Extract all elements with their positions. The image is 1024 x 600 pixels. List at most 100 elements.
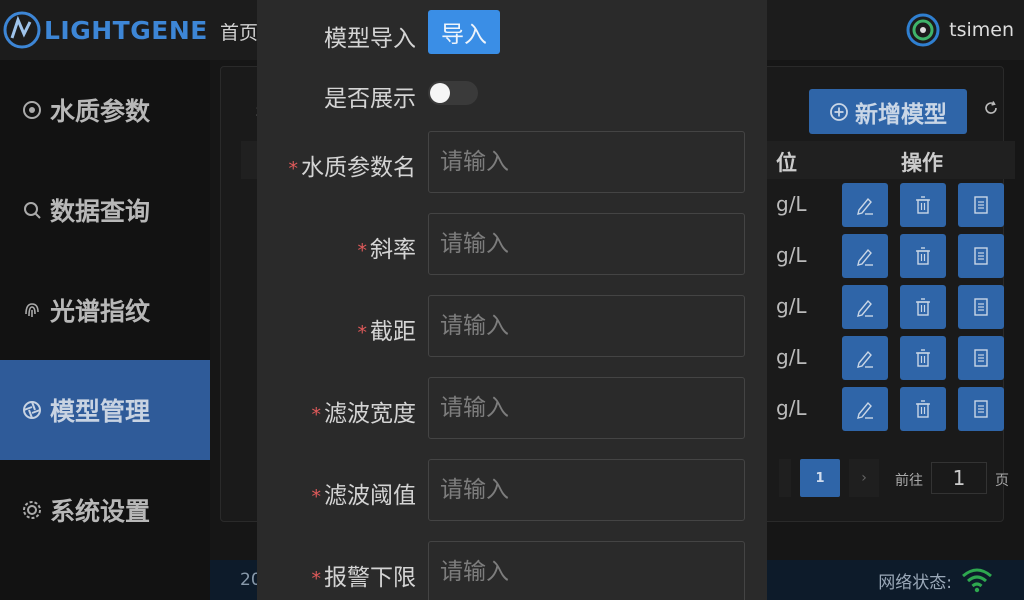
add-model-label: 新增模型	[855, 101, 947, 128]
slope-label: * 斜率	[358, 230, 417, 264]
breadcrumb-home[interactable]: 首页	[220, 18, 258, 45]
required-mark: *	[311, 568, 322, 590]
pager-prev-button[interactable]	[779, 459, 791, 497]
alarm-lower-limit-input[interactable]	[428, 541, 745, 600]
form-row-filter-threshold: * 滤波阈值	[257, 459, 767, 521]
pager-next-button[interactable]: ›	[849, 459, 879, 497]
detail-button[interactable]	[958, 387, 1004, 431]
goto-page-input[interactable]: 1	[931, 462, 987, 494]
edit-icon	[857, 197, 873, 215]
user-menu[interactable]: tsimen	[905, 12, 1014, 48]
edit-button[interactable]	[842, 183, 888, 227]
required-mark: *	[288, 158, 299, 180]
avatar-icon	[906, 13, 940, 47]
field-label-text: 滤波阈值	[324, 483, 416, 509]
required-mark: *	[311, 404, 322, 426]
sidebar-item-data-query[interactable]: 数据查询	[0, 160, 210, 260]
delete-button[interactable]	[900, 183, 946, 227]
document-icon	[974, 247, 988, 265]
cell-unit: g/L	[776, 396, 807, 420]
alarm-lower-limit-label: * 报警下限	[312, 558, 417, 592]
field-label-text: 斜率	[370, 237, 416, 263]
network-status-label: 网络状态:	[878, 572, 952, 593]
form-row-display: 是否展示	[257, 64, 767, 122]
toggle-knob	[430, 83, 450, 103]
intercept-input[interactable]	[428, 295, 745, 357]
cell-unit: g/L	[776, 345, 807, 369]
detail-button[interactable]	[958, 285, 1004, 329]
sidebar: 水质参数 数据查询 光谱指纹 模型管理 系统设置	[0, 60, 210, 600]
import-label: 模型导入	[324, 26, 416, 52]
sidebar-item-water-params[interactable]: 水质参数	[0, 60, 210, 160]
form-row-filter-width: * 滤波宽度	[257, 377, 767, 439]
param-name-label: * 水质参数名	[289, 148, 417, 182]
intercept-label: * 截距	[358, 312, 417, 346]
add-model-button[interactable]: 新增模型	[809, 89, 967, 134]
model-form-dialog: 模型导入 导入 是否展示 *水质参数名*斜率*截距*滤波宽度*滤波阈值*报警下限	[257, 0, 767, 600]
chevron-right-icon: ›	[861, 470, 867, 486]
target-icon	[23, 101, 41, 119]
refresh-icon[interactable]	[983, 100, 999, 116]
detail-button[interactable]	[958, 336, 1004, 380]
sidebar-item-spectral-fingerprint[interactable]: 光谱指纹	[0, 260, 210, 360]
edit-button[interactable]	[842, 234, 888, 278]
detail-button[interactable]	[958, 234, 1004, 278]
filter-threshold-label: * 滤波阈值	[312, 476, 417, 510]
search-icon	[24, 202, 41, 219]
param-name-input[interactable]	[428, 131, 745, 193]
form-row-slope: * 斜率	[257, 213, 767, 275]
edit-icon	[857, 350, 873, 368]
page-suffix: 页	[995, 473, 1009, 489]
logo[interactable]: LIGHTGENE	[0, 10, 210, 50]
goto-label: 前往	[895, 473, 923, 489]
form-row-alarm-lower-limit: * 报警下限	[257, 541, 767, 600]
trash-icon	[916, 349, 930, 367]
delete-button[interactable]	[900, 387, 946, 431]
detail-button[interactable]	[958, 183, 1004, 227]
filter-threshold-input[interactable]	[428, 459, 745, 521]
edit-button[interactable]	[842, 285, 888, 329]
sidebar-item-label: 系统设置	[50, 497, 151, 526]
sidebar-item-label: 光谱指纹	[50, 297, 151, 326]
required-mark: *	[357, 240, 368, 262]
delete-button[interactable]	[900, 336, 946, 380]
edit-button[interactable]	[842, 336, 888, 380]
cell-unit: g/L	[776, 294, 807, 318]
import-button[interactable]: 导入	[428, 10, 500, 54]
fingerprint-icon	[25, 303, 39, 317]
wifi-icon	[962, 568, 992, 593]
sidebar-item-system-settings[interactable]: 系统设置	[0, 460, 210, 560]
filter-width-input[interactable]	[428, 377, 745, 439]
cell-unit: g/L	[776, 192, 807, 216]
delete-button[interactable]	[900, 285, 946, 329]
sidebar-item-label: 模型管理	[50, 397, 151, 426]
edit-icon	[857, 248, 873, 266]
field-label-text: 截距	[370, 319, 416, 345]
form-row-param-name: * 水质参数名	[257, 131, 767, 193]
gear-icon	[23, 501, 41, 519]
username: tsimen	[949, 19, 1014, 41]
delete-button[interactable]	[900, 234, 946, 278]
sidebar-item-label: 数据查询	[50, 197, 151, 226]
field-label-text: 报警下限	[324, 565, 416, 591]
display-label: 是否展示	[324, 86, 416, 112]
form-row-import: 模型导入 导入	[257, 0, 767, 64]
trash-icon	[916, 247, 930, 265]
edit-button[interactable]	[842, 387, 888, 431]
required-mark: *	[311, 486, 322, 508]
logo-text: LIGHTGENE	[44, 15, 208, 45]
document-icon	[974, 349, 988, 367]
logo-icon	[3, 11, 41, 49]
network-status: 网络状态:	[878, 566, 994, 594]
field-label-text: 水质参数名	[301, 155, 416, 181]
cell-unit: g/L	[776, 243, 807, 267]
trash-icon	[916, 400, 930, 418]
slope-input[interactable]	[428, 213, 745, 275]
display-toggle[interactable]	[428, 81, 478, 105]
document-icon	[974, 298, 988, 316]
column-header-unit: 位	[776, 151, 797, 175]
trash-icon	[916, 298, 930, 316]
pager-page-current[interactable]: 1	[800, 459, 840, 497]
sidebar-item-label: 水质参数	[50, 97, 151, 126]
sidebar-item-model-management[interactable]: 模型管理	[0, 360, 210, 460]
